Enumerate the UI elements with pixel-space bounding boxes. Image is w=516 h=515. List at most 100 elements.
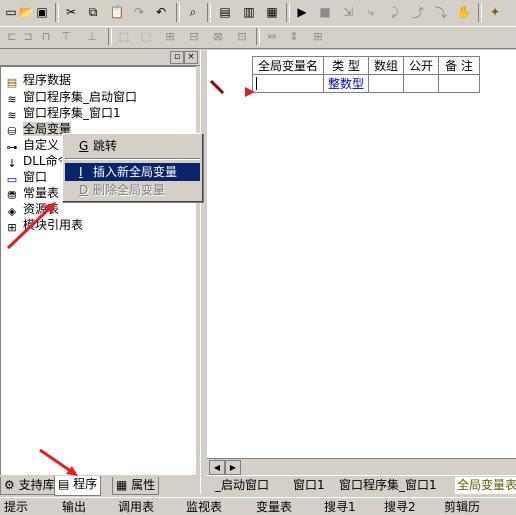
tab-search2[interactable]: 搜寻2: [384, 500, 416, 514]
find-icon[interactable]: ⌕: [184, 3, 202, 21]
space-vertical-icon[interactable]: ⊠: [210, 28, 226, 44]
array-cell[interactable]: [368, 74, 404, 93]
tree-node-custom-types[interactable]: ⊶ 自定义: [5, 137, 60, 154]
name-cell[interactable]: [252, 74, 324, 93]
tab-properties[interactable]: ▦ 属性: [112, 477, 160, 495]
tab-startup-window[interactable]: _启动窗口: [213, 477, 271, 494]
menu-label: 删除全局变量: [93, 183, 166, 197]
tab-output[interactable]: 输出: [62, 500, 86, 514]
panel-titlebar: ▫ ×: [0, 50, 200, 66]
tab-global-variables[interactable]: 全局变量表: [455, 477, 516, 494]
tab-window1[interactable]: 窗口1: [291, 477, 327, 494]
tab-label: 程序: [73, 477, 98, 491]
tab-hint[interactable]: 提示: [4, 500, 28, 514]
tab-window1-module[interactable]: 窗口程序集_窗口1: [337, 477, 439, 494]
window-layout-2-icon[interactable]: ▥: [240, 3, 258, 21]
toolbar-separator: [478, 3, 482, 22]
tree-node-dll-commands[interactable]: ↓ DLL命令: [5, 153, 69, 170]
center-icon[interactable]: ⊡: [234, 28, 250, 44]
paste-icon[interactable]: 📋: [108, 3, 126, 21]
hand-icon[interactable]: ✋: [455, 3, 473, 21]
cut-icon[interactable]: ✂: [62, 3, 80, 21]
menu-accel: I: [79, 165, 83, 179]
align-right-icon[interactable]: ⊐: [20, 28, 36, 44]
tab-label: 属性: [131, 478, 156, 492]
scroll-right-icon[interactable]: ▶: [225, 460, 241, 475]
save-icon[interactable]: ▣: [33, 3, 51, 21]
menu-separator: [65, 158, 200, 160]
menu-item-delete-global[interactable]: D 删除全局变量: [65, 181, 200, 199]
tree-node-program-data[interactable]: ▤ 程序数据: [5, 72, 72, 89]
step-over-icon[interactable]: ⤸: [386, 3, 404, 21]
tab-search1[interactable]: 搜寻1: [324, 500, 356, 514]
copy-icon[interactable]: ⧉: [84, 3, 102, 21]
tree-node-startup-window[interactable]: ≋ 窗口程序集_启动窗口: [5, 89, 137, 106]
annotation-arrow-icon: [39, 448, 78, 476]
tree-node-label: 常量表: [23, 186, 60, 200]
menu-accel: G: [79, 139, 89, 153]
column-header-type: 类 型: [323, 56, 369, 75]
window-layout-1-icon[interactable]: ▤: [216, 3, 234, 21]
help-icon[interactable]: ✦: [486, 3, 504, 21]
redo-icon[interactable]: ↷: [130, 3, 148, 21]
grid-icon[interactable]: ⊞: [310, 28, 326, 44]
scroll-left-icon[interactable]: ◀: [209, 460, 225, 475]
align-middle-icon[interactable]: ⊤: [58, 28, 74, 44]
same-width-icon[interactable]: ⬚: [116, 28, 132, 44]
tree-node-window[interactable]: ▭ 窗口: [5, 169, 47, 186]
global-variable-editor: 全局变量名 类 型 数组 公开 备 注 整数型: [207, 50, 516, 476]
tab-label: 支持库: [18, 478, 55, 492]
toolbar-separator: [256, 28, 260, 45]
public-cell[interactable]: [403, 74, 439, 93]
annotation-arrow-icon: [245, 87, 255, 97]
align-toolbar: ⊏ ⊐ ⊓ ⊤ ⊥ ⬚ ⬚ ⊞ ⊟ ⊠ ⊡ ⇔ ⇕ ⊞: [0, 27, 516, 49]
tree-node-constants[interactable]: ⛃ 常量表: [5, 185, 60, 202]
step-icon[interactable]: ⇲: [339, 3, 357, 21]
context-menu: G 跳转 I 插入新全局变量 D 删除全局变量: [62, 133, 203, 202]
step-out-icon[interactable]: ⤴: [409, 3, 427, 21]
horizontal-scrollbar[interactable]: ◀ ▶: [207, 458, 516, 475]
undo-icon[interactable]: ↶: [152, 3, 170, 21]
tree-node-window1[interactable]: ≋ 窗口程序集_窗口1: [5, 105, 120, 122]
editor-tabs: _启动窗口 窗口1 窗口程序集_窗口1 全局变量表: [207, 476, 516, 496]
same-height-icon[interactable]: ⬚: [138, 28, 154, 44]
center-horizontal-icon[interactable]: ⇔: [264, 28, 280, 44]
space-horizontal-icon[interactable]: ⊟: [186, 28, 202, 44]
menu-item-insert-global[interactable]: I 插入新全局变量: [65, 163, 200, 181]
window-layout-3-icon[interactable]: ▦: [263, 3, 281, 21]
column-header-name: 全局变量名: [252, 56, 324, 75]
menu-accel: D: [79, 183, 89, 197]
align-left-icon[interactable]: ⊏: [4, 28, 20, 44]
tab-support-library[interactable]: ⚙ 支持库: [0, 477, 59, 495]
center-vertical-icon[interactable]: ⇕: [286, 28, 302, 44]
close-icon[interactable]: ×: [184, 51, 198, 64]
menu-item-jump[interactable]: G 跳转: [65, 137, 200, 155]
tree-node-label: 程序数据: [23, 73, 72, 87]
type-cell[interactable]: 整数型: [323, 74, 369, 93]
properties-icon: ▦: [116, 478, 132, 492]
same-size-icon[interactable]: ⊞: [162, 28, 178, 44]
project-tree: ▤ 程序数据 ≋ 窗口程序集_启动窗口 ≋ 窗口程序集_窗口1 ⛁ 全局变量 ⊶ 自定义 …: [0, 66, 196, 475]
stop-icon[interactable]: ■: [316, 3, 334, 21]
step-into-icon[interactable]: ⤷: [362, 3, 380, 21]
global-variable-table: 全局变量名 类 型 数组 公开 备 注 整数型: [252, 56, 480, 93]
note-cell[interactable]: [438, 74, 480, 93]
toolbar-separator: [55, 3, 59, 22]
program-icon: ▤: [58, 477, 74, 491]
restore-icon[interactable]: ▫: [170, 51, 184, 64]
folder-icon: ▤: [6, 76, 18, 89]
toolbar-separator: [207, 3, 211, 22]
tab-variables[interactable]: 变量表: [256, 500, 292, 514]
annotation-arrow-icon: [6, 202, 56, 250]
align-top-icon[interactable]: ⊓: [38, 28, 54, 44]
menu-label: 跳转: [93, 139, 118, 153]
tab-clip-history[interactable]: 剪辑历: [444, 500, 480, 514]
step-back-icon[interactable]: ⤵: [432, 3, 450, 21]
tab-program[interactable]: ▤ 程序: [54, 476, 102, 496]
column-header-note: 备 注: [438, 56, 480, 75]
run-icon[interactable]: ▶: [293, 3, 311, 21]
tab-watch[interactable]: 监视表: [186, 500, 222, 514]
left-panel-tabs: ⚙ 支持库 ▤ 程序 ▦ 属性: [0, 448, 200, 496]
align-bottom-icon[interactable]: ⊥: [84, 28, 100, 44]
tab-call-stack[interactable]: 调用表: [118, 500, 154, 514]
